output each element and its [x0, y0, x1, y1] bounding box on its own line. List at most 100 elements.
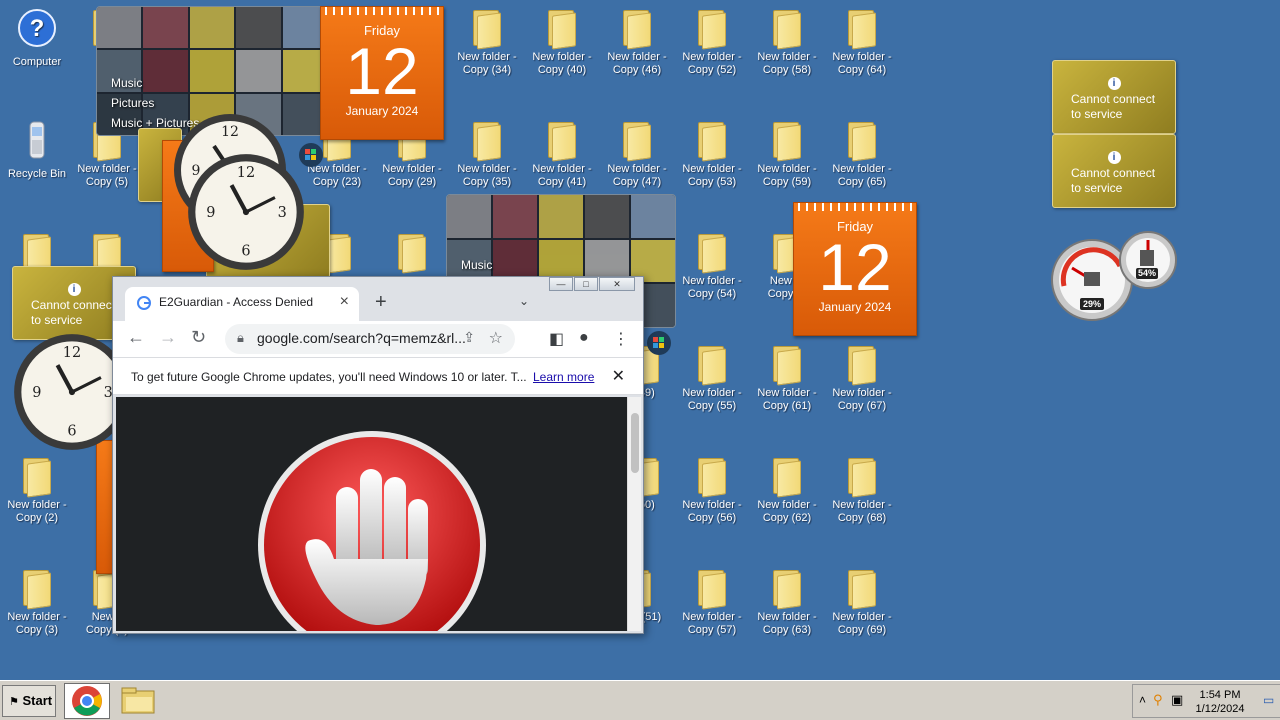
show-hidden-icons-icon[interactable]: ˄	[1139, 693, 1146, 707]
desktop-folder-icon[interactable]: New folder - Copy (67)	[825, 344, 899, 413]
desktop-folder-icon[interactable]: New folder - Copy (40)	[525, 8, 599, 77]
folder-icon	[696, 344, 728, 386]
folder-label-line2: Copy (63)	[762, 624, 812, 636]
folder-label-line2: Copy (3)	[15, 624, 59, 636]
tab-e2guardian[interactable]: E2Guardian - Access Denied ×	[125, 287, 359, 323]
folder-icon	[696, 568, 728, 610]
infobar-close-icon[interactable]: ✕	[612, 366, 625, 386]
desktop-folder-icon[interactable]: New folder - Copy (58)	[750, 8, 824, 77]
desktop-folder-icon[interactable]: New folder - Copy (41)	[525, 120, 599, 189]
desktop-folder-icon[interactable]: New folder - Copy (56)	[675, 456, 749, 525]
desktop-folder-icon[interactable]: New folder - Copy (52)	[675, 8, 749, 77]
folder-label-line1: New folder -	[682, 51, 742, 63]
folder-label-line1: New folder -	[682, 275, 742, 287]
desktop-folder-icon[interactable]: New folder - Copy (59)	[750, 120, 824, 189]
tab-title: E2Guardian - Access Denied	[159, 295, 314, 309]
desktop-folder-icon[interactable]: New folder - Copy (35)	[450, 120, 524, 189]
calendar-gadget[interactable]: Friday 12 January 2024	[320, 6, 444, 140]
folder-label-line2: Copy (55)	[687, 400, 737, 412]
taskbar-explorer-button[interactable]	[116, 683, 162, 719]
vertical-scrollbar[interactable]	[627, 397, 641, 631]
desktop-folder-icon[interactable]: New folder - Copy (57)	[675, 568, 749, 637]
memory-percent: 54%	[1137, 268, 1156, 278]
profile-avatar-icon[interactable]: ●	[579, 329, 589, 347]
desktop-folder-icon[interactable]: New folder - Copy (53)	[675, 120, 749, 189]
tab-close-icon[interactable]: ×	[340, 293, 349, 311]
desktop-folder-icon[interactable]: New folder - Copy (65)	[825, 120, 899, 189]
search-icon[interactable]: ⚲	[1153, 692, 1163, 708]
desktop-folder-icon[interactable]: New folder - Copy (54)	[675, 232, 749, 301]
weather-gadget[interactable]: i Cannot connect to service	[1052, 60, 1176, 134]
menu-kebab-icon[interactable]: ⋮	[613, 329, 629, 349]
desktop-folder-icon[interactable]: New folder - Copy (2)	[0, 456, 74, 525]
desktop-folder-icon[interactable]: New folder - Copy (63)	[750, 568, 824, 637]
folder-label-line2: Copy (58)	[762, 64, 812, 76]
desktop-folder-icon[interactable]	[375, 232, 449, 275]
show-desktop-icon[interactable]: ▭	[1263, 693, 1274, 707]
address-bar[interactable]: 🔒︎ google.com/search?q=memz&rl... ⇪ ☆	[225, 324, 515, 354]
side-panel-icon[interactable]: ◧	[549, 329, 564, 349]
minimize-button[interactable]: —	[549, 277, 573, 291]
folder-label-line1: New folder -	[532, 51, 592, 63]
lock-icon[interactable]: 🔒︎	[237, 330, 244, 346]
scrollbar-thumb[interactable]	[631, 413, 639, 473]
folder-label-line1: New folder -	[757, 499, 817, 511]
desktop-folder-icon[interactable]: New folder - Copy (47)	[600, 120, 674, 189]
desktop[interactable]: ? Computer Recycle Bin New folder - Copy …	[0, 0, 1280, 680]
desktop-folder-icon[interactable]: New folder - Copy (69)	[825, 568, 899, 637]
desktop-folder-icon[interactable]: New folder - Copy (61)	[750, 344, 824, 413]
calendar-gadget[interactable]: Friday 12 January 2024	[793, 202, 917, 336]
desktop-folder-icon[interactable]: New folder - Copy (3)	[0, 568, 74, 637]
folder-label-line1: New folder -	[7, 611, 67, 623]
share-icon[interactable]: ⇪	[463, 329, 475, 346]
back-icon[interactable]: ←	[127, 327, 145, 348]
folder-label-line1: New folder -	[757, 51, 817, 63]
infobar-text: To get future Google Chrome updates, you…	[131, 370, 527, 384]
forward-icon[interactable]: →	[159, 327, 177, 348]
taskbar: ⚑ Start ˄ ⚲ ▣ 1:54 PM 1/12/2024 ▭	[0, 680, 1280, 720]
folder-icon	[696, 120, 728, 162]
desktop-folder-icon[interactable]: New folder - Copy (62)	[750, 456, 824, 525]
folder-label-line1: New folder -	[607, 163, 667, 175]
clock-gadget[interactable]: 12 3 6 9	[184, 150, 308, 274]
bookmark-star-icon[interactable]: ☆	[489, 328, 503, 348]
cpu-meter-gadget[interactable]: 29% 54%	[1050, 226, 1180, 327]
weather-message: Cannot connect to service	[1071, 92, 1156, 121]
taskbar-chrome-button[interactable]	[64, 683, 110, 719]
maximize-button[interactable]: □	[574, 277, 598, 291]
network-icon[interactable]: ▣	[1171, 692, 1183, 708]
toolbar: ← → ↻ 🔒︎ google.com/search?q=memz&rl... …	[113, 321, 643, 357]
folder-label-line1: New folder -	[457, 51, 517, 63]
gauge-icon	[1051, 231, 1177, 321]
learn-more-link[interactable]: Learn more	[533, 370, 594, 384]
tab-search-icon[interactable]: ⌄	[519, 294, 529, 308]
update-infobar: To get future Google Chrome updates, you…	[113, 357, 643, 395]
svg-text:?: ?	[30, 15, 45, 42]
folder-label-line1: New folder -	[757, 611, 817, 623]
svg-text:12: 12	[237, 165, 255, 181]
folder-label-line1: New folder -	[457, 163, 517, 175]
folder-icon	[846, 568, 878, 610]
reload-icon[interactable]: ↻	[191, 327, 206, 348]
desktop-folder-icon[interactable]: New folder - Copy (55)	[675, 344, 749, 413]
start-button[interactable]: ⚑ Start	[2, 685, 56, 717]
calendar-month: January 2024	[818, 300, 892, 314]
desktop-folder-icon[interactable]: New folder - Copy (46)	[600, 8, 674, 77]
folder-label-line1: New folder -	[757, 387, 817, 399]
desktop-icon-recycle-bin[interactable]: Recycle Bin	[0, 120, 74, 181]
folder-label-line2: Copy (5)	[85, 176, 129, 188]
chrome-window[interactable]: E2Guardian - Access Denied × + ⌄ — □ ✕ ←…	[112, 276, 644, 634]
desktop-folder-icon[interactable]: New folder - Copy (34)	[450, 8, 524, 77]
close-button[interactable]: ✕	[599, 277, 635, 291]
folder-icon	[621, 120, 653, 162]
folder-icon	[771, 344, 803, 386]
folder-label-line2: Copy (69)	[837, 624, 887, 636]
weather-gadget[interactable]: i Cannot connect to service	[1052, 134, 1176, 208]
tray-clock[interactable]: 1:54 PM 1/12/2024	[1189, 688, 1251, 716]
desktop-folder-icon[interactable]: New folder - Copy (64)	[825, 8, 899, 77]
new-tab-icon[interactable]: +	[375, 291, 387, 314]
desktop-icon-computer[interactable]: ? Computer	[0, 8, 74, 69]
folder-label-line2: Copy (52)	[687, 64, 737, 76]
folder-label-line2: Copy (40)	[537, 64, 587, 76]
desktop-folder-icon[interactable]: New folder - Copy (68)	[825, 456, 899, 525]
